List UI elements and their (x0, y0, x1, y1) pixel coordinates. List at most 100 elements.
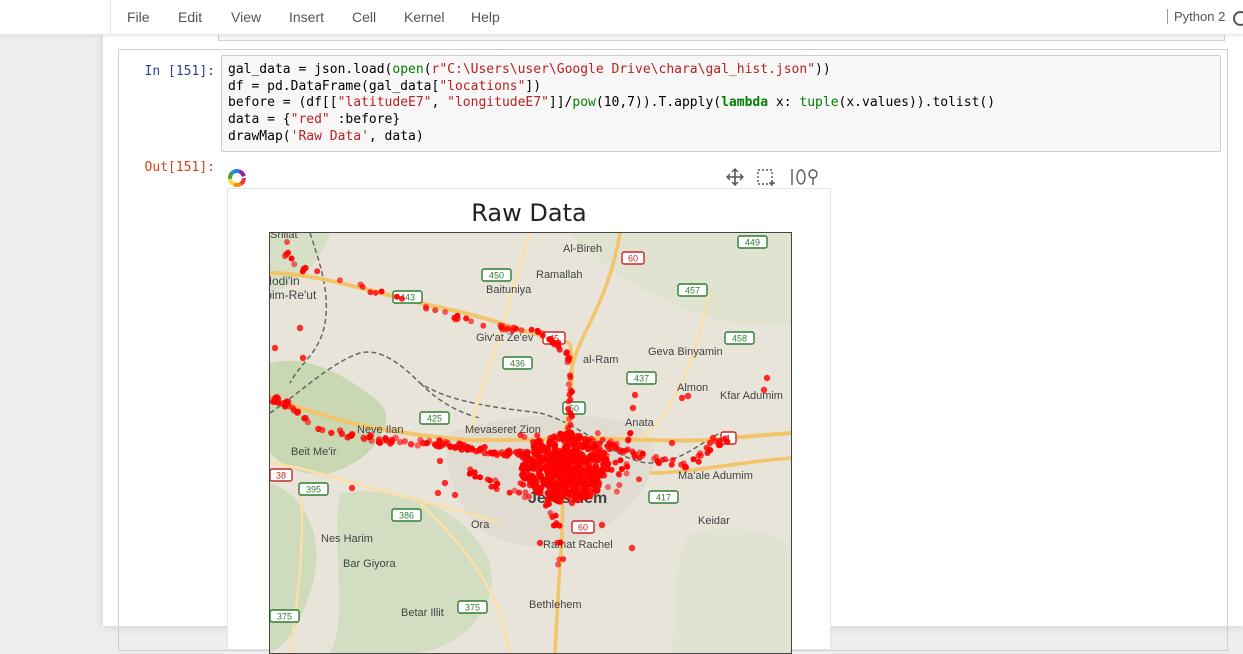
data-point (522, 489, 529, 496)
data-point (491, 483, 498, 490)
data-point (636, 476, 642, 483)
map-axes[interactable]: Shilat Al-Bireh Ramallah Baituniya Modi'… (269, 232, 792, 654)
place-label: Geva Binyamin (648, 346, 723, 358)
road-shield-green: 417 (648, 490, 679, 504)
data-point (760, 386, 768, 394)
road-shield-green: 436 (502, 356, 533, 370)
data-point (583, 455, 590, 462)
data-point (594, 473, 601, 480)
place-label: Mevaseret Zion (465, 424, 541, 436)
data-point (299, 354, 307, 362)
svg-text:417: 417 (656, 493, 671, 503)
place-label: Bar Giyora (343, 558, 396, 570)
data-point (551, 451, 557, 458)
data-point (336, 427, 344, 434)
road-shield-green: 457 (677, 283, 708, 297)
data-point (271, 344, 279, 352)
data-point (288, 255, 295, 262)
data-point (360, 434, 367, 441)
data-point (541, 464, 548, 471)
data-point (434, 489, 442, 497)
data-point (623, 461, 630, 468)
menu-insert[interactable]: Insert (289, 9, 324, 25)
data-point (284, 239, 291, 245)
road-shield-green: 450 (481, 268, 512, 282)
data-point (601, 472, 608, 479)
svg-text:375: 375 (277, 612, 292, 622)
place-label: Nes Harim (321, 533, 373, 545)
menu-file[interactable]: File (127, 9, 150, 25)
road-shield-red: 60 (571, 520, 595, 534)
code-line-5: drawMap('Raw Data', data) (228, 128, 424, 144)
data-point (566, 415, 573, 422)
pan-icon[interactable] (721, 165, 749, 189)
data-point (523, 462, 530, 469)
data-point (587, 469, 593, 475)
data-point (709, 434, 717, 442)
data-point (612, 459, 619, 466)
data-point (442, 309, 449, 315)
green-area (670, 529, 791, 653)
data-point (724, 438, 731, 445)
data-point (616, 471, 623, 478)
menu-edit[interactable]: Edit (178, 9, 202, 25)
data-point (568, 431, 575, 437)
data-point (568, 499, 576, 507)
data-point (668, 439, 676, 447)
svg-text:386: 386 (399, 511, 414, 521)
place-label: Betar Illit (401, 607, 444, 619)
menu-help[interactable]: Help (471, 9, 500, 25)
road-shield-red: 60 (621, 251, 645, 265)
data-point (367, 432, 374, 439)
code-text[interactable]: gal_data = json.load(open(r"C:\Users\use… (222, 56, 1220, 146)
data-point (357, 281, 364, 288)
data-point (504, 452, 511, 459)
zoom-box-icon[interactable] (755, 165, 779, 189)
road-shield-green: 395 (298, 482, 329, 496)
menu-cell[interactable]: Cell (352, 9, 376, 25)
data-point (574, 485, 580, 492)
output-prompt: Out[151]: (144, 160, 215, 175)
data-point (567, 489, 573, 496)
mpld3-logo-icon[interactable] (227, 168, 247, 188)
menu-kernel[interactable]: Kernel (404, 9, 444, 25)
data-point (538, 457, 545, 465)
place-label: Neve Ilan (357, 424, 403, 436)
data-point (536, 539, 544, 547)
menu-view[interactable]: View (231, 9, 261, 25)
data-point (564, 475, 571, 482)
map-canvas[interactable]: Shilat Al-Bireh Ramallah Baituniya Modi'… (270, 233, 791, 653)
data-point (539, 332, 546, 339)
data-point (526, 474, 533, 481)
data-point (628, 544, 636, 552)
place-label: Almon (677, 382, 708, 394)
data-point (695, 452, 702, 459)
place-label: Giv'at Ze'ev (476, 332, 534, 344)
data-point (550, 440, 558, 447)
data-point (565, 381, 572, 388)
data-point (396, 438, 404, 446)
data-point (623, 470, 630, 477)
data-point (629, 404, 637, 412)
data-point (468, 446, 476, 453)
menubar: File Edit View Insert Cell Kernel Help P… (0, 0, 1243, 35)
data-point (493, 451, 501, 459)
data-point (454, 316, 461, 322)
data-point (282, 251, 289, 258)
svg-text:425: 425 (427, 414, 442, 424)
data-point (484, 476, 491, 483)
data-point (537, 473, 544, 481)
reset-view-icon[interactable] (789, 165, 823, 189)
place-label: Al-Bireh (563, 243, 602, 255)
code-cell[interactable]: In [151]: gal_data = json.load(open(r"C:… (118, 49, 1228, 654)
data-point (506, 489, 513, 496)
data-point (565, 398, 572, 405)
data-point (684, 392, 692, 400)
data-point (594, 430, 601, 437)
road-shield-green: 437 (626, 371, 657, 385)
data-point (566, 469, 573, 476)
data-point (608, 466, 615, 473)
input-prompt: In [151]: (144, 64, 215, 79)
data-point (659, 456, 666, 463)
code-editor[interactable]: gal_data = json.load(open(r"C:\Users\use… (221, 55, 1221, 152)
